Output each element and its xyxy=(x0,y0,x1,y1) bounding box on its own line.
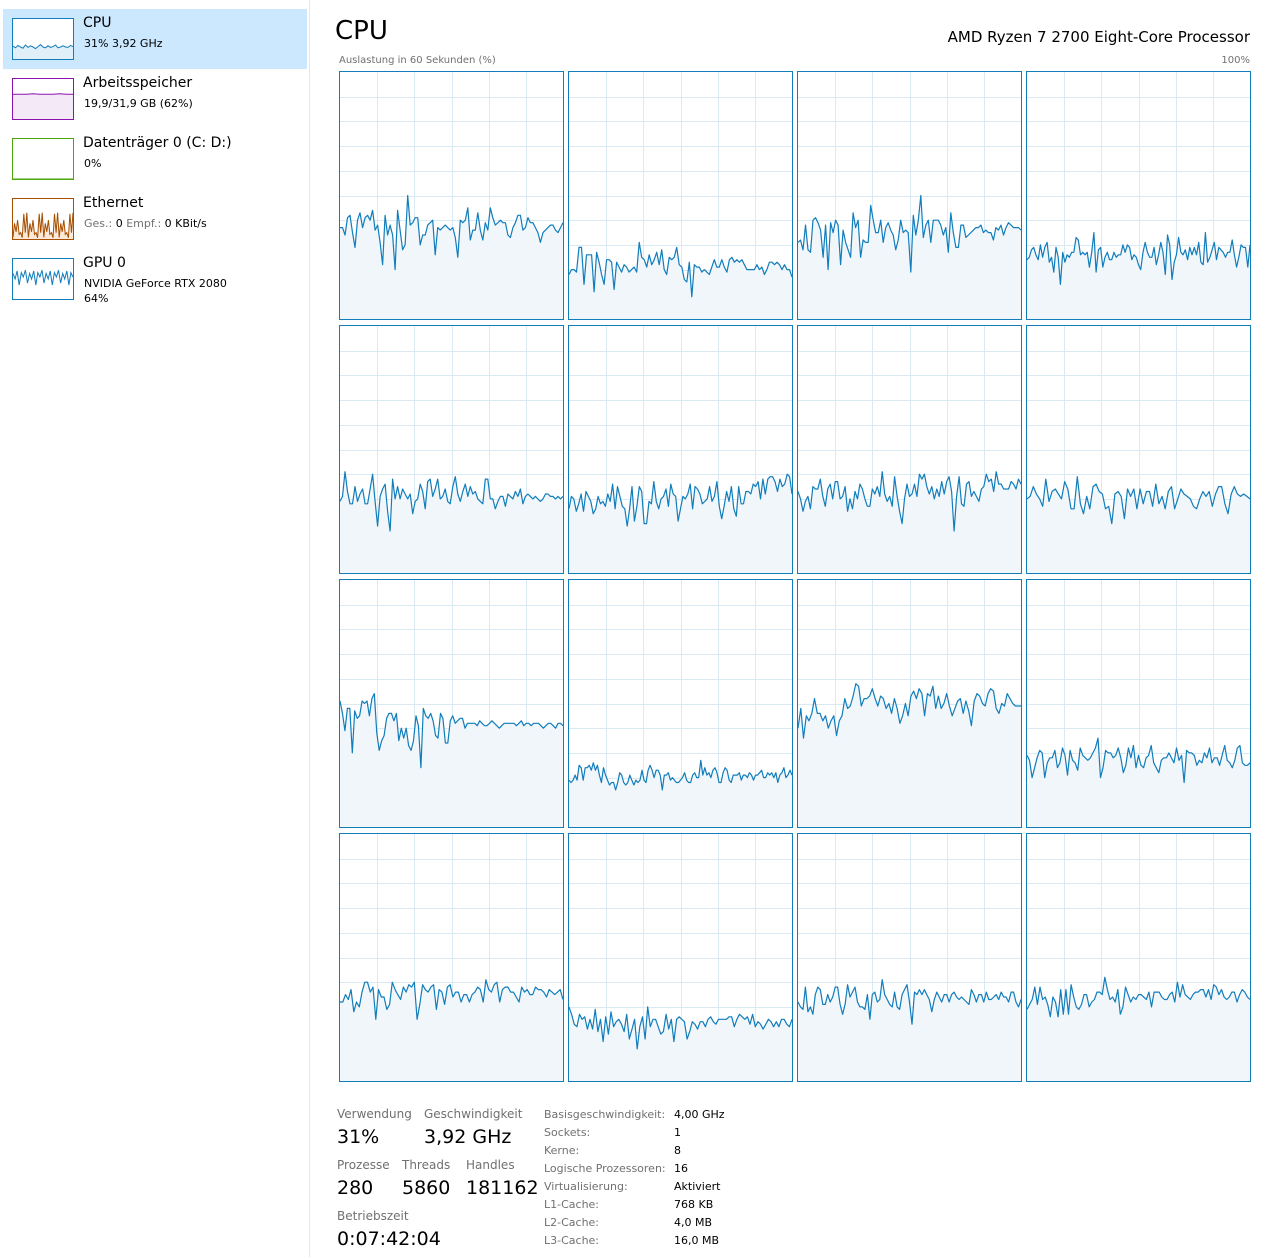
info-value: 4,0 MB xyxy=(674,1216,713,1229)
thumbnail-line xyxy=(13,270,73,286)
ethernet-send-label: Ges.: xyxy=(84,217,113,230)
logical-processor-graphs xyxy=(339,71,1251,1082)
core-usage-chart xyxy=(798,834,1021,1081)
thumbnail-area xyxy=(13,93,73,119)
info-value: 1 xyxy=(674,1126,681,1139)
logical-processor-graph xyxy=(568,325,793,574)
sidebar-item-subtitle: 0% xyxy=(84,157,102,170)
core-usage-chart xyxy=(340,580,563,827)
usage-area xyxy=(1027,738,1250,827)
threads-value: 5860 xyxy=(402,1177,451,1199)
graph-max-label: 100% xyxy=(1221,55,1250,66)
sidebar-item-ethernet[interactable]: Ethernet Ges.: 0 Empf.: 0 KBit/s xyxy=(3,189,307,249)
ethernet-recv-value: 0 KBit/s xyxy=(164,217,207,230)
core-usage-chart xyxy=(1027,580,1250,827)
core-usage-chart xyxy=(340,834,563,1081)
logical-processor-graph xyxy=(339,71,564,320)
ethernet-send-value: 0 xyxy=(115,217,123,230)
logical-processor-graph xyxy=(797,579,1022,828)
core-usage-chart xyxy=(1027,326,1250,573)
speed-value: 3,92 GHz xyxy=(424,1126,512,1148)
core-usage-chart xyxy=(798,326,1021,573)
ethernet-recv-label: Empf.: xyxy=(126,217,162,230)
logical-processor-graph xyxy=(797,71,1022,320)
info-label: Virtualisierung: xyxy=(544,1180,628,1193)
info-label: Kerne: xyxy=(544,1144,580,1157)
sidebar: CPU 31% 3,92 GHz Arbeitsspeicher 19,9/31… xyxy=(0,0,310,1257)
info-value: 16,0 MB xyxy=(674,1234,720,1247)
info-value: 16 xyxy=(674,1162,688,1175)
sidebar-item-title: Datenträger 0 (C: D:) xyxy=(83,135,232,151)
threads-label: Threads xyxy=(402,1158,451,1172)
gpu-thumbnail-graph xyxy=(12,258,74,300)
logical-processor-graph xyxy=(568,579,793,828)
speed-label: Geschwindigkeit xyxy=(424,1107,523,1121)
handles-value: 181162 xyxy=(466,1177,539,1199)
sidebar-item-title: CPU xyxy=(83,15,112,31)
info-label: L3-Cache: xyxy=(544,1234,600,1247)
logical-processor-graph xyxy=(797,325,1022,574)
uptime-value: 0:07:42:04 xyxy=(337,1228,441,1250)
logical-processor-graph xyxy=(339,833,564,1082)
info-label: Basisgeschwindigkeit: xyxy=(544,1108,666,1121)
core-usage-chart xyxy=(798,72,1021,319)
memory-thumbnail-graph xyxy=(12,78,74,120)
info-value: Aktiviert xyxy=(674,1180,721,1193)
info-label: Sockets: xyxy=(544,1126,591,1139)
logical-processor-graph xyxy=(568,71,793,320)
usage-area xyxy=(569,760,792,827)
ethernet-thumbnail-graph xyxy=(12,198,74,240)
sidebar-item-memory[interactable]: Arbeitsspeicher 19,9/31,9 GB (62%) xyxy=(3,69,307,129)
logical-processor-graph xyxy=(797,833,1022,1082)
sidebar-item-subtitle-2: 64% xyxy=(84,292,109,305)
uptime-label: Betriebszeit xyxy=(337,1209,409,1223)
info-label: Logische Prozessoren: xyxy=(544,1162,666,1175)
sidebar-item-title: Ethernet xyxy=(83,195,144,211)
sidebar-item-disk[interactable]: Datenträger 0 (C: D:) 0% xyxy=(3,129,307,189)
core-usage-chart xyxy=(569,580,792,827)
logical-processor-graph xyxy=(568,833,793,1082)
usage-area xyxy=(569,242,792,319)
logical-processor-graph xyxy=(339,325,564,574)
info-label: L2-Cache: xyxy=(544,1216,600,1229)
usage-area xyxy=(798,471,1021,573)
logical-processor-graph xyxy=(339,579,564,828)
core-usage-chart xyxy=(340,72,563,319)
core-usage-chart xyxy=(1027,72,1250,319)
sidebar-item-cpu[interactable]: CPU 31% 3,92 GHz xyxy=(3,9,307,69)
disk-thumbnail-graph xyxy=(12,138,74,180)
graph-label: Auslastung in 60 Sekunden (%) xyxy=(339,55,496,66)
sidebar-item-subtitle: 19,9/31,9 GB (62%) xyxy=(84,97,193,110)
logical-processor-graph xyxy=(1026,325,1251,574)
core-usage-chart xyxy=(569,834,792,1081)
info-label: L1-Cache: xyxy=(544,1198,600,1211)
sidebar-item-title: GPU 0 xyxy=(83,255,126,271)
cpu-thumbnail-graph xyxy=(12,18,74,60)
usage-label: Verwendung xyxy=(337,1107,412,1121)
core-usage-chart xyxy=(340,326,563,573)
core-usage-chart xyxy=(569,326,792,573)
page-title: CPU xyxy=(335,16,388,46)
handles-label: Handles xyxy=(466,1158,515,1172)
usage-area xyxy=(340,693,563,827)
processes-value: 280 xyxy=(337,1177,374,1199)
info-value: 768 KB xyxy=(674,1198,714,1211)
logical-processor-graph xyxy=(1026,71,1251,320)
usage-value: 31% xyxy=(337,1126,380,1148)
core-usage-chart xyxy=(1027,834,1250,1081)
sidebar-item-subtitle: 31% 3,92 GHz xyxy=(84,37,163,50)
sidebar-item-subtitle: NVIDIA GeForce RTX 2080 xyxy=(84,277,227,290)
sidebar-item-subtitle: Ges.: 0 Empf.: 0 KBit/s xyxy=(84,217,207,230)
core-usage-chart xyxy=(798,580,1021,827)
processes-label: Prozesse xyxy=(337,1158,390,1172)
info-value: 4,00 GHz xyxy=(674,1108,725,1121)
info-value: 8 xyxy=(674,1144,681,1157)
core-usage-chart xyxy=(569,72,792,319)
processor-name: AMD Ryzen 7 2700 Eight-Core Processor xyxy=(947,28,1250,46)
sidebar-item-gpu[interactable]: GPU 0 NVIDIA GeForce RTX 2080 64% xyxy=(3,249,307,309)
sidebar-item-title: Arbeitsspeicher xyxy=(83,75,193,91)
logical-processor-graph xyxy=(1026,579,1251,828)
logical-processor-graph xyxy=(1026,833,1251,1082)
